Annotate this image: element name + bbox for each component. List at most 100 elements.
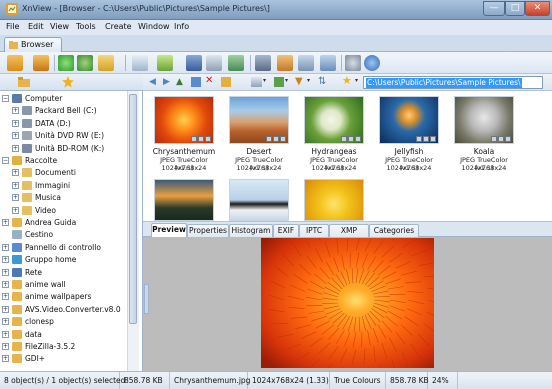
panel-collapse-handle[interactable] xyxy=(144,284,149,314)
tab-histogram[interactable]: Histogram xyxy=(229,224,273,237)
refresh-icon[interactable] xyxy=(33,55,49,71)
tree-item[interactable]: + FileZilla-3.5.2 xyxy=(0,341,127,352)
tree-expand-icon[interactable]: + xyxy=(12,194,19,202)
tree-item[interactable]: + Andrea Guida xyxy=(0,217,127,228)
tree-item[interactable]: − Computer xyxy=(0,93,127,104)
tree-expand-icon[interactable]: + xyxy=(2,281,9,288)
tree-expand-icon[interactable]: + xyxy=(2,355,9,363)
browser-icon[interactable] xyxy=(7,55,23,71)
tree-item[interactable]: + Packard Bell (C:) xyxy=(0,105,127,116)
tree-scrollbar-thumb[interactable] xyxy=(129,94,137,324)
toolbar-separator xyxy=(250,55,251,71)
tree-expand-icon[interactable]: + xyxy=(2,305,9,313)
tree-collapse-icon[interactable]: − xyxy=(2,157,9,164)
tree-item[interactable]: Cestino xyxy=(0,229,127,240)
tree-expand-icon[interactable]: + xyxy=(12,144,19,152)
batch-icon[interactable] xyxy=(298,55,314,71)
tree-expand-icon[interactable]: + xyxy=(12,206,19,214)
tree-item[interactable]: + DATA (D:) xyxy=(0,118,127,129)
slideshow-icon[interactable] xyxy=(228,55,244,71)
tree-item[interactable]: + AVS.Video.Converter.v8.0 xyxy=(0,304,127,315)
menu-view[interactable]: View xyxy=(50,22,69,31)
tree-expand-icon[interactable]: + xyxy=(2,330,9,338)
tree-item[interactable]: + Immagini xyxy=(0,180,127,191)
move-to-icon[interactable] xyxy=(221,77,231,87)
print-icon[interactable] xyxy=(186,55,202,71)
tree-item[interactable]: + Gruppo home xyxy=(0,254,127,265)
tab-preview[interactable]: Preview xyxy=(151,223,187,237)
filter-icon[interactable]: ▼ xyxy=(295,76,305,87)
tree-item[interactable]: + Musica xyxy=(0,192,127,203)
menu-window[interactable]: Window xyxy=(138,22,170,31)
acquire-icon[interactable] xyxy=(206,55,222,71)
minimize-button[interactable]: — xyxy=(483,1,505,16)
tab-categories[interactable]: Categories xyxy=(369,224,419,237)
tree-item[interactable]: + data xyxy=(0,329,127,340)
tab-properties[interactable]: Properties xyxy=(187,224,229,237)
tree-item[interactable]: + anime wall xyxy=(0,279,127,290)
view-mode-icon[interactable] xyxy=(251,77,262,87)
capture-icon[interactable] xyxy=(255,55,271,71)
sort-icon[interactable]: ⇅ xyxy=(318,76,329,87)
settings-icon[interactable] xyxy=(345,55,361,71)
favorite-star-icon[interactable]: ★ xyxy=(342,75,354,87)
back-arrow-icon[interactable]: ◀ xyxy=(149,77,159,87)
tree-item[interactable]: + Unità BD-ROM (K:) xyxy=(0,143,127,154)
folders-tab-icon[interactable] xyxy=(18,77,30,87)
tree-item[interactable]: + anime wallpapers xyxy=(0,291,127,302)
tree-expand-icon[interactable]: + xyxy=(2,268,9,276)
tab-browser[interactable]: Browser xyxy=(4,37,62,52)
convert-icon[interactable] xyxy=(132,55,148,71)
tree-item[interactable]: + Documenti xyxy=(0,167,127,178)
search-binoculars-icon[interactable] xyxy=(157,55,173,71)
maximize-button[interactable]: □ xyxy=(505,1,525,16)
webpage-icon[interactable] xyxy=(277,55,293,71)
tab-xmp[interactable]: XMP xyxy=(329,224,369,237)
tree-expand-icon[interactable]: + xyxy=(2,256,9,264)
tree-expand-icon[interactable]: + xyxy=(2,243,9,251)
filter-dropdown-icon[interactable]: ▾ xyxy=(307,77,310,84)
menu-edit[interactable]: Edit xyxy=(28,22,44,31)
tree-item-label: Pannello di controllo xyxy=(25,242,101,252)
tree-expand-icon[interactable]: + xyxy=(2,293,9,301)
menu-info[interactable]: Info xyxy=(174,22,189,31)
menu-create[interactable]: Create xyxy=(105,22,132,31)
tab-exif[interactable]: EXIF xyxy=(273,224,299,237)
tree-expand-icon[interactable]: + xyxy=(2,343,9,350)
tree-item[interactable]: + Rete xyxy=(0,267,127,278)
tree-item[interactable]: + Video xyxy=(0,205,127,216)
rotate-icon[interactable] xyxy=(77,55,93,71)
refresh-folder-icon[interactable] xyxy=(58,55,74,71)
tree-expand-icon[interactable]: + xyxy=(12,132,19,140)
tree-collapse-icon[interactable]: − xyxy=(2,95,9,102)
status-bar: 8 object(s) / 1 object(s) selected 858.7… xyxy=(0,371,552,389)
tree-expand-icon[interactable]: + xyxy=(12,181,19,189)
tree-item[interactable]: + GDI+ xyxy=(0,353,127,364)
about-icon[interactable] xyxy=(364,55,380,71)
menu-tools[interactable]: Tools xyxy=(76,22,96,31)
open-icon[interactable] xyxy=(98,55,114,71)
tree-item[interactable]: + Pannello di controllo xyxy=(0,242,127,253)
view-mode-dropdown-icon[interactable]: ▾ xyxy=(263,77,266,84)
tree-expand-icon[interactable]: + xyxy=(2,219,9,226)
tree-item[interactable]: + Unità DVD RW (E:) xyxy=(0,130,127,141)
toolbar-extra-icon[interactable] xyxy=(320,55,336,71)
tree-item[interactable]: + clonesp xyxy=(0,316,127,327)
favorite-dropdown-icon[interactable]: ▾ xyxy=(355,77,358,84)
tree-expand-icon[interactable]: + xyxy=(12,169,19,177)
favorites-tab-icon[interactable] xyxy=(62,76,74,88)
path-input[interactable]: C:\Users\Public\Pictures\Sample Pictures… xyxy=(363,76,543,89)
delete-icon[interactable]: ✕ xyxy=(205,75,217,87)
tree-expand-icon[interactable]: + xyxy=(2,318,9,326)
tab-iptc[interactable]: IPTC xyxy=(299,224,329,237)
tag-dropdown-icon[interactable]: ▾ xyxy=(285,77,288,84)
forward-arrow-icon[interactable]: ▶ xyxy=(163,77,173,87)
tree-expand-icon[interactable]: + xyxy=(12,119,19,127)
tree-item[interactable]: − Raccolte xyxy=(0,155,127,166)
tree-expand-icon[interactable]: + xyxy=(12,107,19,115)
menu-file[interactable]: File xyxy=(6,22,19,31)
up-folder-icon[interactable]: ▲ xyxy=(176,77,186,87)
tag-icon[interactable] xyxy=(274,77,284,87)
close-button[interactable]: ✕ xyxy=(525,1,550,16)
copy-to-icon[interactable] xyxy=(191,77,201,87)
